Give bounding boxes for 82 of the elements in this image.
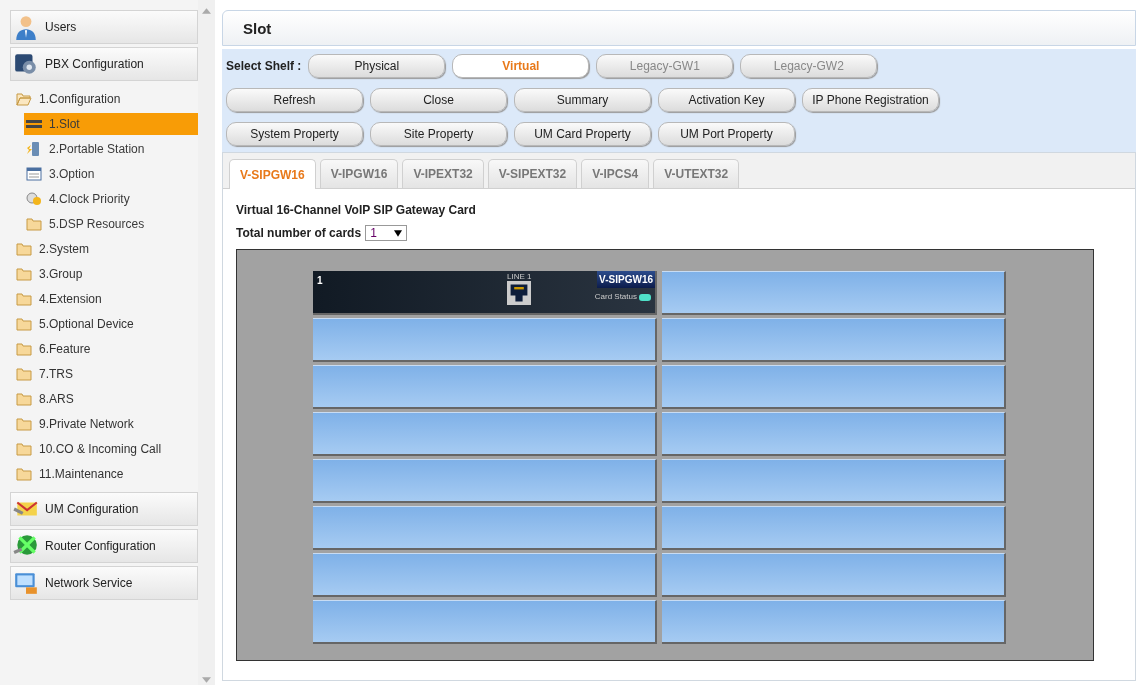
folder-icon: [26, 216, 42, 231]
total-cards-label: Total number of cards: [236, 226, 362, 240]
action-button[interactable]: System Property: [226, 122, 363, 146]
tree-item[interactable]: 3.Group: [14, 262, 198, 285]
status-label: Card Status: [594, 292, 637, 301]
empty-slot[interactable]: [662, 553, 1006, 597]
card-tab[interactable]: V-IPCS4: [581, 159, 650, 188]
tree-item[interactable]: 5.DSP Resources: [24, 212, 198, 235]
tree-item[interactable]: 7.TRS: [14, 362, 198, 385]
action-button[interactable]: Activation Key: [658, 88, 795, 112]
empty-slot[interactable]: [313, 553, 657, 597]
card-tab[interactable]: V-UTEXT32: [653, 159, 740, 188]
tree-item[interactable]: 10.CO & Incoming Call: [14, 437, 198, 460]
sidebar-panel-header[interactable]: Router Configuration: [10, 529, 198, 563]
tree-item[interactable]: 1.Slot: [24, 112, 198, 135]
empty-slot[interactable]: [313, 600, 657, 644]
tree-item[interactable]: 2.Portable Station: [24, 137, 198, 160]
folder-icon: [16, 366, 32, 381]
folder-icon: [16, 341, 32, 356]
sidebar-panel-header[interactable]: PBX Configuration: [10, 47, 198, 81]
sidebar-panel-header[interactable]: UM Configuration: [10, 492, 198, 526]
status-led-icon: [639, 294, 651, 301]
card-name: V-SIPGW16: [597, 271, 655, 288]
installed-card[interactable]: 1 LINE 1 V-SIPGW16 Card Status: [313, 271, 657, 315]
empty-slot[interactable]: [662, 365, 1006, 409]
folder-icon: [16, 391, 32, 406]
action-button[interactable]: IP Phone Registration: [802, 88, 939, 112]
empty-slot[interactable]: [662, 412, 1006, 456]
folder-icon: [16, 416, 32, 431]
action-button[interactable]: Close: [370, 88, 507, 112]
shelf-label: Select Shelf :: [226, 59, 302, 73]
empty-slot[interactable]: [662, 459, 1006, 503]
tree-item[interactable]: 1.Configuration: [14, 87, 198, 110]
action-button[interactable]: Summary: [514, 88, 651, 112]
empty-slot[interactable]: [313, 412, 657, 456]
page-title: Slot: [243, 19, 272, 37]
handset-icon: [26, 141, 42, 156]
open-folder-icon: [16, 91, 32, 106]
empty-slot[interactable]: [313, 318, 657, 362]
user-icon: [13, 14, 39, 40]
tree-item[interactable]: 8.ARS: [14, 387, 198, 410]
card-title: Virtual 16-Channel VoIP SIP Gateway Card: [236, 203, 477, 217]
tree-item[interactable]: 11.Maintenance: [14, 462, 198, 485]
action-button[interactable]: UM Card Property: [514, 122, 651, 146]
empty-slot[interactable]: [313, 459, 657, 503]
folder-icon: [16, 241, 32, 256]
tree-item[interactable]: 4.Clock Priority: [24, 187, 198, 210]
card-tab[interactable]: V-SIPEXT32: [487, 159, 578, 188]
sidebar-panel-header[interactable]: Users: [10, 10, 198, 44]
tree-item[interactable]: 5.Optional Device: [14, 312, 198, 335]
tree-item[interactable]: 3.Option: [24, 162, 198, 185]
tree-item[interactable]: 6.Feature: [14, 337, 198, 360]
tree-item[interactable]: 9.Private Network: [14, 412, 198, 435]
ethernet-port-icon: [507, 281, 532, 305]
empty-slot[interactable]: [662, 318, 1006, 362]
folder-icon: [16, 316, 32, 331]
empty-slot[interactable]: [662, 271, 1006, 315]
empty-slot[interactable]: [662, 600, 1006, 644]
server-gear-icon: [13, 51, 39, 77]
folder-icon: [16, 291, 32, 306]
empty-slot[interactable]: [313, 365, 657, 409]
empty-slot[interactable]: [662, 506, 1006, 550]
card-tab[interactable]: V-IPEXT32: [402, 159, 484, 188]
list-window-icon: [26, 166, 42, 181]
folder-icon: [16, 466, 32, 481]
empty-slot[interactable]: [313, 506, 657, 550]
clock-icon: [26, 191, 42, 206]
sidebar-panel-header[interactable]: Network Service: [10, 566, 198, 600]
action-button[interactable]: UM Port Property: [658, 122, 795, 146]
tree-item[interactable]: 2.System: [14, 237, 198, 260]
card-count-dropdown[interactable]: 1: [365, 225, 408, 241]
card-tab[interactable]: V-IPGW16: [319, 159, 399, 188]
shelf-button[interactable]: Physical: [308, 54, 446, 78]
folder-icon: [16, 266, 32, 281]
folder-icon: [16, 441, 32, 456]
action-button[interactable]: Site Property: [370, 122, 507, 146]
action-button[interactable]: Refresh: [226, 88, 363, 112]
caret-icon: [394, 229, 403, 237]
slot-number: 1: [316, 274, 324, 288]
port-label: LINE 1: [507, 272, 532, 281]
monitor-icon: [13, 570, 39, 596]
tree-item[interactable]: 4.Extension: [14, 287, 198, 310]
